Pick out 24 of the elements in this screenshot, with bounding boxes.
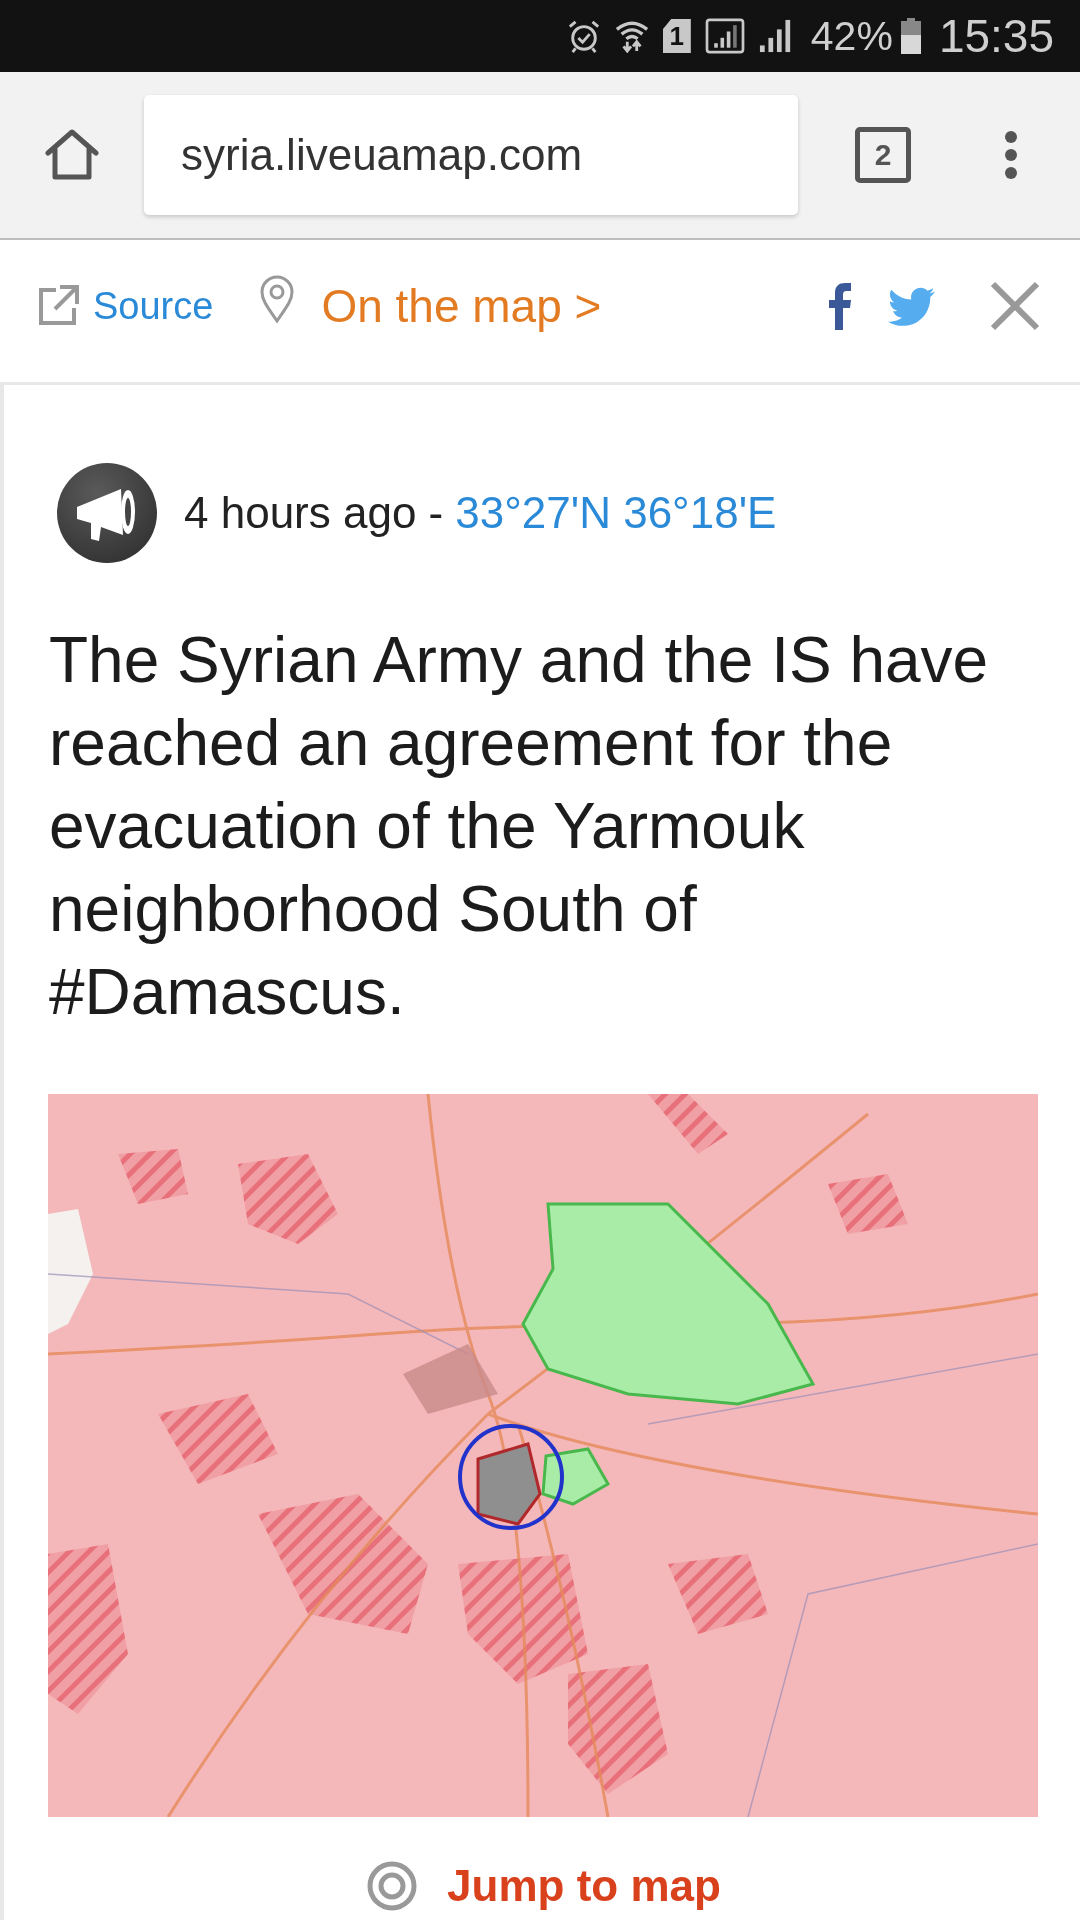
on-the-map-link[interactable]: On the map > [321, 279, 602, 333]
tab-count-button[interactable]: 2 [855, 127, 911, 183]
clock-time: 15:35 [938, 9, 1054, 63]
close-icon[interactable] [990, 281, 1040, 331]
source-link[interactable]: Source [93, 284, 214, 328]
alarm-clock-icon [566, 19, 601, 53]
sim-card-indicator: 1 [662, 19, 691, 53]
coordinates-link[interactable]: 33°27'N 36°18'E [455, 488, 777, 538]
more-options-icon[interactable] [1004, 130, 1018, 180]
map-pin-icon [259, 275, 296, 323]
signal-strength-icon [704, 18, 745, 54]
megaphone-icon [57, 463, 157, 563]
external-link-icon [36, 284, 80, 328]
signal-strength-icon [758, 19, 793, 53]
jump-to-map-button[interactable]: Jump to map [367, 1861, 721, 1911]
battery-icon [900, 18, 921, 54]
post-text: The Syrian Army and the IS have reached an agreement for the evacuation of the Yarmouk neighborhood South of #Damascus. [49, 623, 990, 1030]
battery-percentage: 42% [810, 12, 893, 60]
post-time: 4 hours ago - [184, 488, 444, 538]
facebook-icon[interactable] [828, 282, 852, 330]
home-icon[interactable] [44, 129, 100, 181]
url-field[interactable]: syria.liveuamap.com [144, 95, 798, 215]
wifi-icon [614, 19, 649, 53]
target-icon [367, 1861, 418, 1911]
